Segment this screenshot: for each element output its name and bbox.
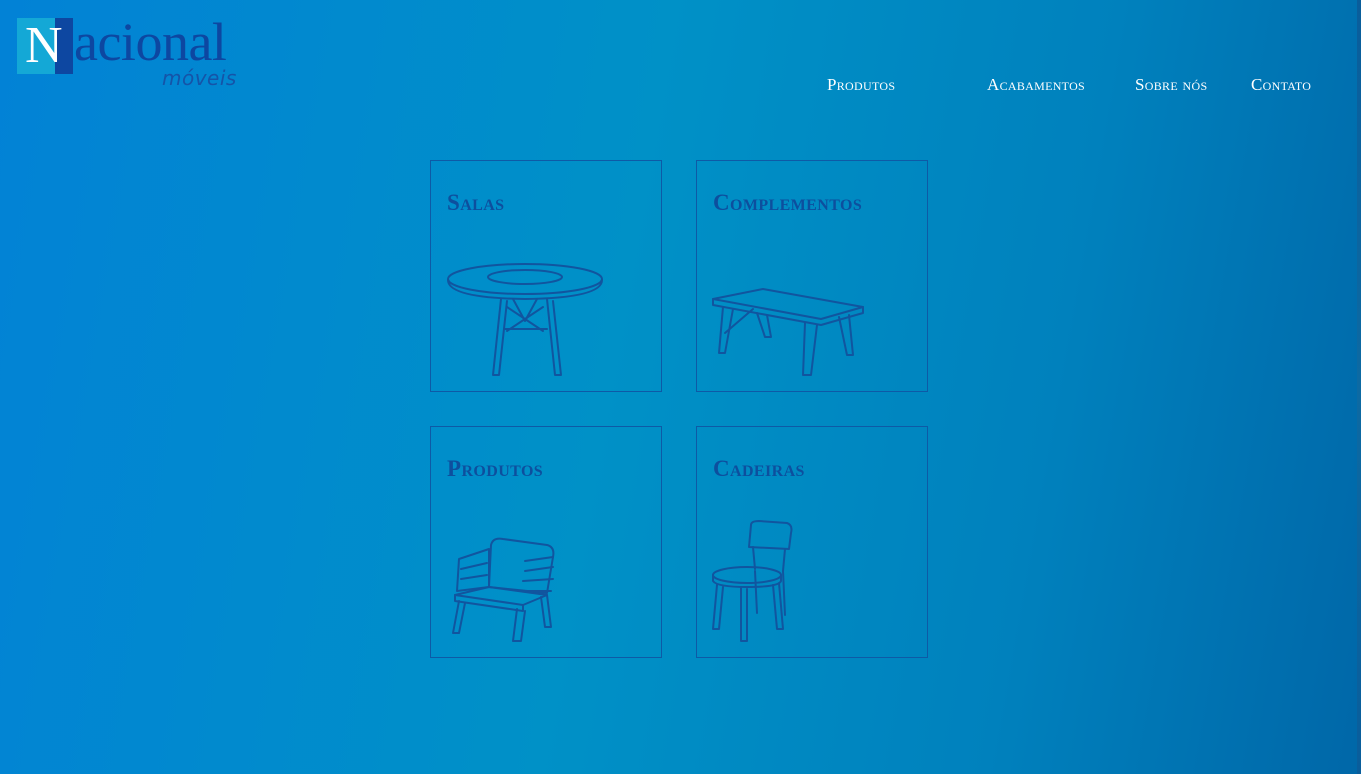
nav-item-sobre-nos[interactable]: Sobre nós: [1135, 74, 1207, 96]
category-title: Produtos: [447, 456, 544, 481]
category-title: Cadeiras: [713, 456, 805, 481]
window-edge: [1357, 0, 1361, 774]
chair-icon: [709, 517, 909, 647]
nav-item-contato[interactable]: Contato: [1251, 74, 1311, 96]
nav-item-acabamentos[interactable]: Acabamentos: [987, 74, 1085, 96]
category-title: Complementos: [713, 190, 863, 215]
round-table-icon: [443, 251, 643, 381]
category-card-complementos[interactable]: Complementos: [696, 160, 928, 392]
coffee-table-icon: [709, 251, 909, 381]
category-title: Salas: [447, 190, 505, 215]
logo-letter: N: [25, 17, 63, 74]
category-card-salas[interactable]: Salas: [430, 160, 662, 392]
armchair-icon: [443, 517, 643, 647]
category-card-produtos[interactable]: Produtos: [430, 426, 662, 658]
logo-wordmark: acional: [74, 12, 227, 72]
logo-tagline: móveis: [162, 66, 237, 90]
category-card-cadeiras[interactable]: Cadeiras: [696, 426, 928, 658]
logo-mark: N: [17, 17, 73, 74]
nav-item-produtos[interactable]: Produtos: [827, 74, 895, 96]
brand-logo[interactable]: N acional móveis: [17, 12, 247, 94]
